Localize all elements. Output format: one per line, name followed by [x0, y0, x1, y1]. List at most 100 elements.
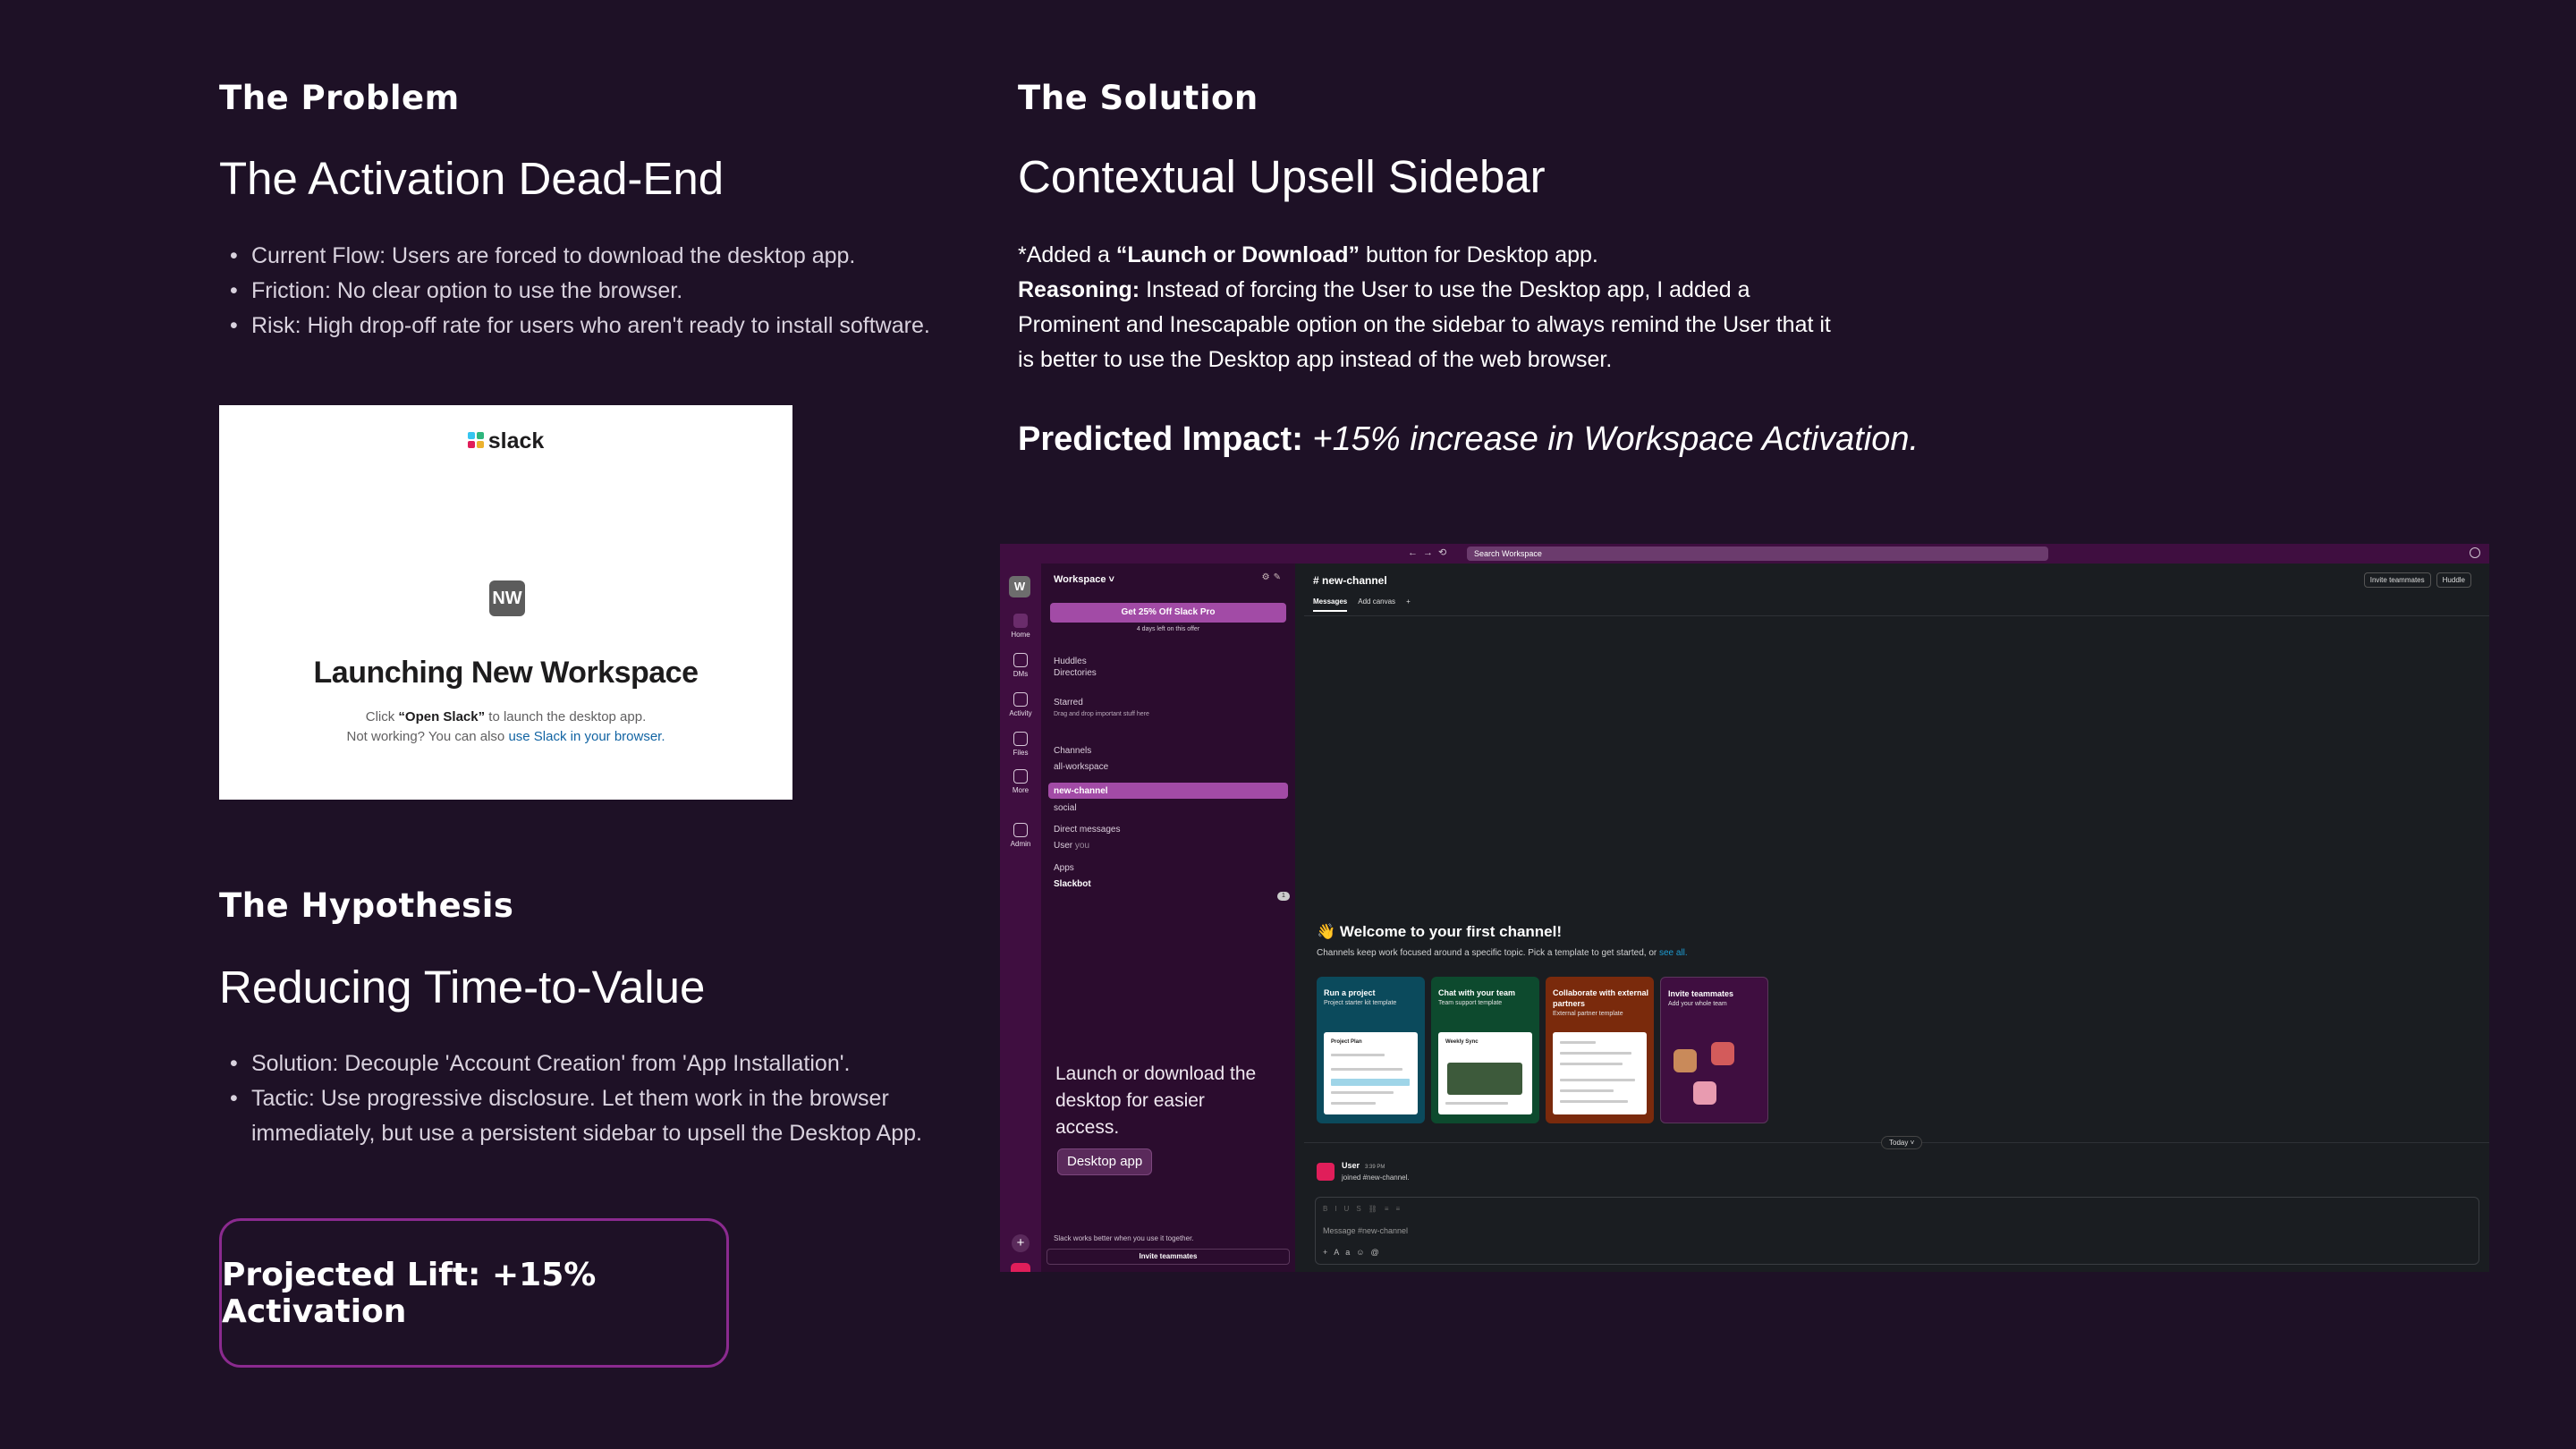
launch-line1-pre: Click: [365, 709, 399, 724]
help-icon[interactable]: [2470, 547, 2480, 558]
home-icon: [1013, 614, 1028, 628]
search-input[interactable]: Search Workspace: [1467, 547, 2048, 561]
desktop-upsell-text: Launch or download the desktop for easie…: [1055, 1063, 1257, 1138]
user-avatar[interactable]: [1011, 1263, 1030, 1272]
impact-text: +15% increase in Workspace Activation.: [1302, 420, 1919, 458]
channel-header-actions: Invite teammates Huddle: [2359, 572, 2471, 588]
channels-header[interactable]: Channels: [1054, 746, 1091, 756]
add-tab-icon[interactable]: +: [1406, 597, 1411, 606]
tab-add-canvas[interactable]: Add canvas: [1358, 597, 1395, 606]
problem-bullet: Current Flow: Users are forced to downlo…: [219, 239, 979, 274]
divider: [1304, 615, 2489, 616]
workspace-avatar: NW: [489, 580, 525, 616]
slack-app-screenshot: ←→⟲ Search Workspace W Home DMs Activity…: [1000, 544, 2489, 1272]
hypothesis-title: Reducing Time-to-Value: [219, 962, 706, 1013]
hypothesis-label: The Hypothesis: [219, 886, 514, 925]
card-subtitle: External partner template: [1553, 1011, 1623, 1017]
promo-button[interactable]: Get 25% Off Slack Pro: [1050, 603, 1286, 623]
composer-input[interactable]: Message #new-channel: [1323, 1226, 1408, 1235]
starred-hint: Drag and drop important stuff here: [1054, 711, 1149, 717]
card-subtitle: Project starter kit template: [1324, 1000, 1397, 1006]
sidebar-item-directories[interactable]: Directories: [1054, 668, 1097, 678]
app-item-slackbot[interactable]: Slackbot: [1054, 879, 1091, 889]
unread-badge: 1: [1277, 892, 1290, 901]
card-title: Chat with your team: [1438, 988, 1516, 997]
add-workspace-button[interactable]: +: [1012, 1234, 1030, 1252]
channel-item-selected[interactable]: new-channel: [1054, 786, 1108, 796]
template-card-invite[interactable]: Invite teammates Add your whole team: [1660, 977, 1768, 1123]
more-icon: [1013, 769, 1028, 784]
huddle-button[interactable]: Huddle: [2436, 572, 2471, 588]
launch-line2-pre: Not working? You can also: [346, 729, 509, 744]
invite-teammates-button[interactable]: Invite teammates: [1046, 1249, 1290, 1265]
reasoning-label: Reasoning:: [1018, 277, 1140, 302]
dm-item-user[interactable]: User you: [1054, 841, 1089, 851]
history-nav-icons[interactable]: ←→⟲: [1408, 547, 1452, 558]
composer-actions[interactable]: +Aa☺@: [1323, 1248, 1385, 1257]
hypothesis-bullet: Solution: Decouple 'Account Creation' fr…: [219, 1046, 935, 1081]
reasoning-text: Instead of forcing the User to use the D…: [1018, 277, 1831, 372]
problem-bullet: Friction: No clear option to use the bro…: [219, 274, 979, 309]
formatting-toolbar[interactable]: BIUS⛓≡≡: [1323, 1205, 1407, 1213]
rail-label: Activity: [1009, 709, 1032, 717]
header-invite-button[interactable]: Invite teammates: [2363, 572, 2431, 588]
today-pill[interactable]: Today ˅: [1881, 1136, 1923, 1149]
rail-admin[interactable]: Admin: [1000, 823, 1041, 848]
solution-label: The Solution: [1018, 79, 1258, 117]
message-avatar[interactable]: [1317, 1163, 1335, 1181]
sidebar-item-huddles[interactable]: Huddles: [1054, 657, 1087, 666]
preview-title: Project Plan: [1331, 1039, 1362, 1045]
tab-messages[interactable]: Messages: [1313, 597, 1348, 612]
card-title: Invite teammates: [1668, 989, 1734, 998]
channel-item[interactable]: social: [1054, 803, 1077, 813]
sidebar-settings-icons[interactable]: ⚙✎: [1262, 572, 1284, 582]
workspace-rail: W Home DMs Activity Files More Admin +: [1000, 564, 1041, 1272]
dm-header[interactable]: Direct messages: [1054, 825, 1120, 835]
predicted-impact: Predicted Impact: +15% increase in Works…: [1018, 420, 1919, 459]
channel-item[interactable]: all-workspace: [1054, 762, 1108, 772]
message-time: 3:39 PM: [1365, 1165, 1385, 1170]
rail-activity[interactable]: Activity: [1000, 692, 1041, 717]
launch-title: Launching New Workspace: [313, 656, 699, 690]
workspace-switcher[interactable]: W: [1009, 576, 1030, 597]
rail-more[interactable]: More: [1000, 769, 1041, 794]
slack-logo: slack: [219, 428, 792, 454]
card-subtitle: Team support template: [1438, 1000, 1503, 1006]
desktop-app-button[interactable]: Desktop app: [1057, 1148, 1153, 1175]
rail-home[interactable]: Home: [1000, 614, 1041, 639]
solution-line1-pre: *Added a: [1018, 242, 1116, 267]
starred-header[interactable]: Starred: [1054, 698, 1083, 708]
template-card-team[interactable]: Chat with your team Team support templat…: [1431, 977, 1539, 1123]
hypothesis-bullets: Solution: Decouple 'Account Creation' fr…: [219, 1046, 935, 1151]
message-composer[interactable]: BIUS⛓≡≡ Message #new-channel +Aa☺@: [1315, 1197, 2479, 1265]
problem-bullets: Current Flow: Users are forced to downlo…: [219, 239, 979, 343]
impact-label: Predicted Impact:: [1018, 420, 1303, 458]
see-all-link[interactable]: see all.: [1659, 948, 1688, 958]
welcome-subtitle: Channels keep work focused around a spec…: [1317, 948, 1688, 958]
rail-label: Admin: [1010, 840, 1031, 848]
rail-label: Files: [1013, 749, 1029, 757]
problem-label: The Problem: [219, 79, 460, 117]
card-subtitle: Add your whole team: [1668, 1001, 1727, 1007]
solution-description: *Added a “Launch or Download” button for…: [1018, 238, 1841, 377]
rail-files[interactable]: Files: [1000, 732, 1041, 757]
teammate-avatar: [1674, 1049, 1697, 1072]
launch-download-text: “Launch or Download”: [1115, 242, 1360, 267]
files-icon: [1013, 732, 1028, 746]
template-card-partners[interactable]: Collaborate with external partners Exter…: [1546, 977, 1654, 1123]
problem-bullet: Risk: High drop-off rate for users who a…: [219, 309, 979, 343]
use-browser-link[interactable]: use Slack in your browser.: [508, 729, 665, 744]
template-card-project[interactable]: Run a project Project starter kit templa…: [1317, 977, 1425, 1123]
rail-dms[interactable]: DMs: [1000, 653, 1041, 678]
apps-header[interactable]: Apps: [1054, 863, 1074, 873]
channel-title[interactable]: # new-channel: [1313, 574, 1387, 587]
message-author[interactable]: User 3:39 PM: [1342, 1161, 1385, 1170]
welcome-title: 👋 Welcome to your first channel!: [1317, 923, 1563, 940]
launch-line1-post: to launch the desktop app.: [485, 709, 647, 724]
solution-line1-post: button for Desktop app.: [1360, 242, 1598, 267]
problem-title: The Activation Dead-End: [219, 153, 724, 204]
launch-workspace-screenshot: slack NW Launching New Workspace Click “…: [219, 405, 792, 800]
rail-label: Home: [1011, 631, 1030, 639]
workspace-name[interactable]: Workspace ˅: [1054, 574, 1114, 585]
open-slack-text: “Open Slack”: [398, 709, 486, 724]
